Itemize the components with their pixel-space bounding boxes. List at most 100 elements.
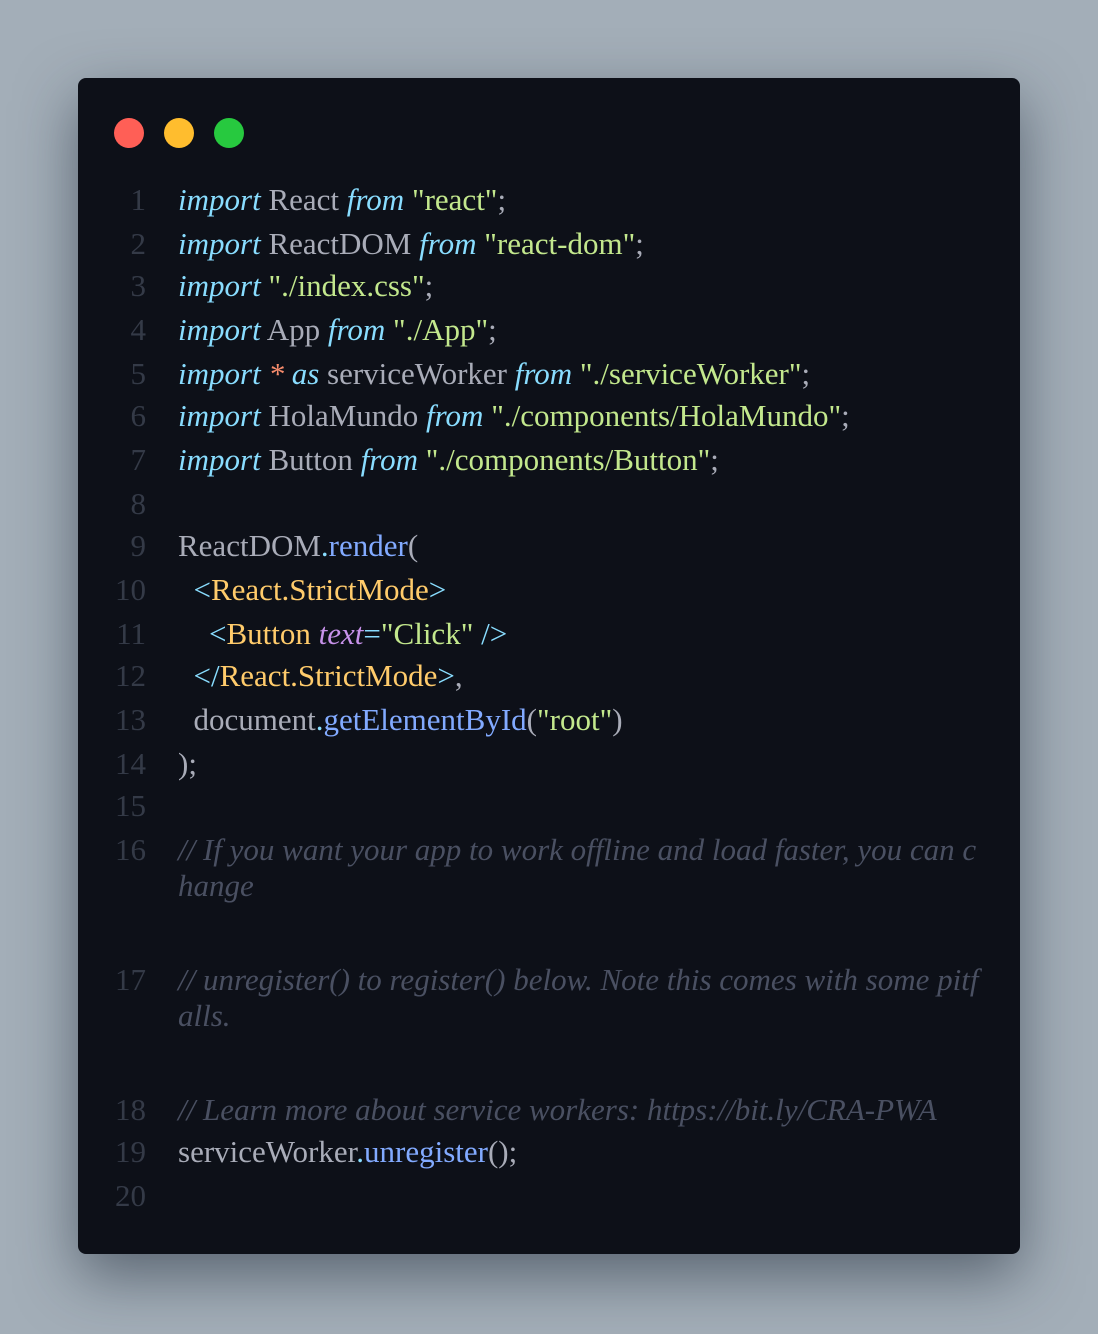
code-line: 20: [78, 1178, 1020, 1222]
code-token: ;: [635, 226, 644, 261]
line-number: 16: [115, 832, 146, 867]
code-token: >: [437, 658, 455, 693]
code-token: import: [178, 312, 261, 347]
code-token: Button: [226, 616, 311, 651]
minimize-button[interactable]: [164, 118, 194, 148]
code-token: // If you want your app to work offline …: [178, 832, 977, 903]
code-token: // unregister() to register() below. Not…: [178, 962, 979, 1033]
code-token: from: [346, 182, 405, 217]
code-text: // If you want your app to work offline …: [178, 832, 984, 904]
code-token: ;: [488, 312, 497, 347]
code-token: .: [356, 1134, 364, 1169]
code-token: import: [178, 442, 261, 477]
code-token: "react": [411, 182, 498, 217]
code-token: from: [327, 312, 386, 347]
code-token: App: [260, 312, 328, 347]
code-token: text: [318, 616, 364, 651]
code-token: from: [360, 442, 419, 477]
code-text: serviceWorker.unregister();: [178, 1134, 984, 1170]
code-token: import: [178, 356, 261, 391]
code-token: from: [514, 356, 573, 391]
code-token: *: [268, 356, 284, 391]
line-number: 3: [130, 268, 147, 303]
code-text: </React.StrictMode>,: [178, 658, 984, 694]
code-token: document: [178, 702, 316, 737]
code-line: 10 <React.StrictMode>: [78, 572, 1020, 616]
code-token: getElementById: [323, 702, 527, 737]
line-number: 7: [130, 442, 147, 477]
code-token: import: [178, 268, 261, 303]
code-token: "./App": [393, 312, 489, 347]
code-token: (: [407, 528, 419, 563]
code-line: 19 serviceWorker.unregister();: [78, 1134, 1020, 1178]
code-text: ReactDOM.render(: [178, 528, 984, 564]
code-line: 1 import React from "react";: [78, 182, 1020, 226]
code-text: import React from "react";: [178, 182, 984, 218]
code-token: "./serviceWorker": [579, 356, 802, 391]
code-line: 12 </React.StrictMode>,: [78, 658, 1020, 702]
code-text: import App from "./App";: [178, 312, 984, 348]
code-token: from: [426, 398, 484, 433]
code-token: </: [193, 658, 220, 693]
code-token: as: [291, 356, 320, 391]
line-number: 12: [115, 658, 146, 693]
code-token: (: [526, 702, 537, 737]
code-token: >: [428, 572, 447, 607]
code-text: // Learn more about service workers: htt…: [178, 1092, 984, 1128]
code-line: 8: [78, 486, 1020, 530]
code-line: 2 import ReactDOM from "react-dom";: [78, 226, 1020, 270]
close-button[interactable]: [114, 118, 144, 148]
code-line: 5 import * as serviceWorker from "./servi…: [78, 356, 1020, 400]
line-number: 5: [130, 356, 147, 391]
code-line: 3 import "./index.css";: [78, 268, 1020, 312]
code-token: ;: [710, 442, 719, 477]
code-line: 13 document.getElementById("root"): [78, 702, 1020, 746]
code-text: import HolaMundo from "./components/Hola…: [178, 398, 984, 434]
code-token: "./index.css": [268, 268, 425, 303]
code-token: serviceWorker: [319, 356, 515, 391]
code-text: document.getElementById("root"): [178, 702, 984, 738]
code-token: render: [328, 528, 408, 563]
code-line: 14);: [78, 746, 1020, 790]
code-token: // Learn more about service workers: htt…: [178, 1092, 937, 1127]
code-text: import ReactDOM from "react-dom";: [178, 226, 984, 262]
code-token: from: [419, 226, 477, 261]
code-line: 11 <Button text="Click" />: [78, 616, 1020, 660]
line-number: 8: [130, 486, 147, 521]
code-text: // unregister() to register() below. Not…: [178, 962, 984, 1034]
line-number: 1: [130, 182, 147, 217]
code-token: ReactDOM: [178, 528, 321, 563]
line-number: 17: [115, 962, 146, 997]
line-number: 18: [115, 1092, 146, 1127]
code-token: "./components/Button": [425, 442, 711, 477]
code-line: 6 import HolaMundo from "./components/Hol…: [78, 398, 1020, 442]
code-token: <: [193, 572, 211, 607]
code-token: ;: [801, 356, 811, 391]
code-line: 7 import Button from "./components/Button…: [78, 442, 1020, 486]
code-token: ;: [841, 398, 850, 433]
maximize-button[interactable]: [214, 118, 244, 148]
code-text: import * as serviceWorker from "./servic…: [178, 356, 984, 392]
code-line: 16 // If you want your app to work offlin…: [78, 832, 1020, 903]
code-token: );: [178, 746, 197, 781]
code-token: ;: [424, 268, 434, 303]
line-number: 2: [130, 226, 147, 261]
code-token: ,: [454, 658, 463, 693]
code-text: <React.StrictMode>: [178, 572, 984, 608]
line-number: 13: [115, 702, 146, 737]
code-text: import "./index.css";: [178, 268, 984, 304]
code-token: "react-dom": [484, 226, 636, 261]
code-token: Button: [260, 442, 361, 477]
code-token: unregister: [364, 1134, 488, 1169]
code-token: .: [315, 702, 324, 737]
code-window: 1 import React from "react"; 2 import React…: [78, 78, 1020, 1254]
code-token: React: [260, 182, 347, 217]
code-token: =: [363, 616, 381, 651]
